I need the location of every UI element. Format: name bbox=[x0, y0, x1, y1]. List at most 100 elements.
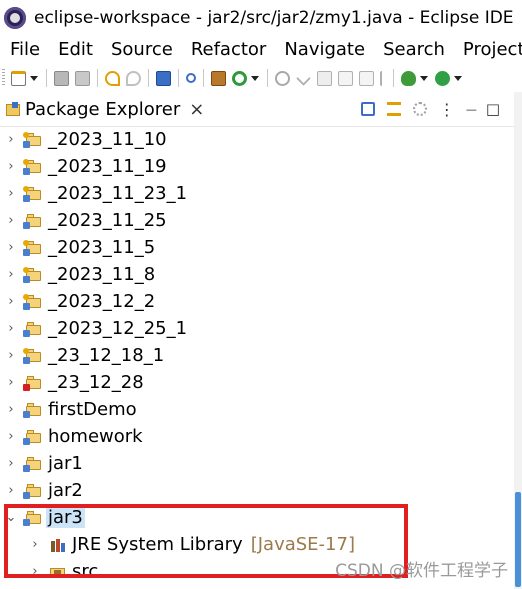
menu-file[interactable]: File bbox=[0, 39, 49, 60]
tree-item-label: _2023_11_25 bbox=[48, 210, 167, 231]
refresh-dropdown-icon[interactable] bbox=[251, 75, 259, 81]
tree-item[interactable]: › _2023_11_23_1 bbox=[0, 180, 514, 207]
redo-icon[interactable] bbox=[126, 70, 141, 86]
tree-item-label: jar1 bbox=[48, 453, 83, 474]
tree-item[interactable]: › homework bbox=[0, 423, 514, 450]
pilcrow-icon[interactable] bbox=[380, 70, 386, 86]
tree-item[interactable]: › jar1 bbox=[0, 450, 514, 477]
tree-item[interactable]: › firstDemo bbox=[0, 396, 514, 423]
toolbar-grip[interactable] bbox=[2, 69, 5, 87]
title-bar: eclipse-workspace - jar2/src/jar2/zmy1.j… bbox=[0, 0, 522, 36]
project-folder-icon bbox=[23, 214, 42, 229]
menu-edit[interactable]: Edit bbox=[49, 39, 102, 60]
search-icon[interactable] bbox=[296, 70, 311, 86]
compare-icon[interactable] bbox=[338, 70, 353, 86]
expand-icon[interactable]: › bbox=[4, 132, 18, 147]
open-type-icon[interactable] bbox=[211, 70, 226, 86]
tree-item-label: _2023_12_25_1 bbox=[48, 318, 188, 339]
undo-icon[interactable] bbox=[105, 70, 120, 86]
tree-item-jre-library[interactable]: › JRE System Library [JavaSE-17] bbox=[0, 531, 514, 558]
terminal-icon[interactable] bbox=[156, 70, 171, 86]
expand-icon[interactable]: › bbox=[4, 240, 18, 255]
menu-source[interactable]: Source bbox=[102, 39, 182, 60]
tree-item-label: jar2 bbox=[48, 480, 83, 501]
tree-item[interactable]: › jar2 bbox=[0, 477, 514, 504]
expand-icon[interactable]: › bbox=[4, 213, 18, 228]
menu-project[interactable]: Project bbox=[454, 39, 522, 60]
package-explorer-tab[interactable]: Package Explorer × bbox=[0, 92, 204, 126]
open-task-icon[interactable] bbox=[317, 70, 332, 86]
menu-search[interactable]: Search bbox=[374, 39, 454, 60]
link-with-editor-icon[interactable] bbox=[386, 102, 401, 116]
tree-item-label: _2023_11_23_1 bbox=[48, 183, 188, 204]
menu-navigate[interactable]: Navigate bbox=[275, 39, 374, 60]
expand-icon[interactable]: › bbox=[28, 537, 42, 552]
project-folder-open-icon bbox=[23, 511, 42, 526]
tree-item[interactable]: › _23_12_28 bbox=[0, 369, 514, 396]
project-tree: › _2023_11_10 › _2023_11_19 › _2023_11_2… bbox=[0, 126, 514, 589]
project-folder-icon bbox=[23, 403, 42, 418]
project-folder-error-icon bbox=[23, 376, 42, 391]
source-folder-icon bbox=[50, 565, 66, 579]
main-toolbar bbox=[0, 64, 522, 93]
debug-icon[interactable] bbox=[401, 70, 416, 86]
collapse-icon[interactable]: ⌄ bbox=[4, 510, 18, 525]
expand-icon[interactable]: › bbox=[4, 267, 18, 282]
tree-item[interactable]: › _2023_11_19 bbox=[0, 153, 514, 180]
tree-item-label: _2023_11_19 bbox=[48, 156, 167, 177]
toolbar-separator bbox=[178, 69, 179, 87]
filters-icon[interactable] bbox=[412, 102, 427, 116]
close-icon[interactable]: × bbox=[189, 99, 204, 120]
tree-item-label: _2023_11_10 bbox=[48, 129, 167, 150]
expand-icon[interactable]: › bbox=[28, 564, 42, 579]
toolbar-separator bbox=[97, 69, 98, 87]
expand-icon[interactable]: › bbox=[4, 483, 18, 498]
copy-icon[interactable] bbox=[359, 70, 374, 86]
new-dropdown-icon[interactable] bbox=[30, 75, 38, 81]
maximize-icon[interactable]: □ bbox=[486, 100, 500, 118]
toggle-breakpoint-icon[interactable] bbox=[186, 73, 196, 83]
expand-icon[interactable]: › bbox=[4, 375, 18, 390]
expand-icon[interactable]: › bbox=[4, 159, 18, 174]
run-dropdown-icon[interactable] bbox=[454, 75, 462, 81]
expand-icon[interactable]: › bbox=[4, 186, 18, 201]
view-menu-icon[interactable]: ⋮ bbox=[439, 100, 455, 119]
toolbar-separator bbox=[203, 69, 204, 87]
expand-icon[interactable]: › bbox=[4, 321, 18, 336]
save-icon[interactable] bbox=[54, 70, 69, 86]
tree-item[interactable]: › _23_12_18_1 bbox=[0, 342, 514, 369]
expand-icon[interactable]: › bbox=[4, 402, 18, 417]
collapse-all-icon[interactable] bbox=[360, 102, 375, 116]
tree-item[interactable]: › _2023_11_25 bbox=[0, 207, 514, 234]
tree-item[interactable]: › _2023_11_8 bbox=[0, 261, 514, 288]
expand-icon[interactable]: › bbox=[4, 456, 18, 471]
hierarchy-icon[interactable] bbox=[275, 70, 290, 86]
eclipse-window: eclipse-workspace - jar2/src/jar2/zmy1.j… bbox=[0, 0, 522, 589]
menu-refactor[interactable]: Refactor bbox=[182, 39, 276, 60]
toolbar-separator bbox=[46, 69, 47, 87]
project-folder-icon bbox=[23, 457, 42, 472]
project-folder-icon bbox=[23, 294, 42, 310]
debug-dropdown-icon[interactable] bbox=[420, 75, 428, 81]
project-folder-icon bbox=[23, 159, 42, 175]
expand-icon[interactable]: › bbox=[4, 348, 18, 363]
tree-item[interactable]: › _2023_11_10 bbox=[0, 126, 514, 153]
refresh-icon[interactable] bbox=[232, 70, 247, 86]
tree-item-label: homework bbox=[48, 426, 143, 447]
project-folder-icon bbox=[23, 484, 42, 499]
scrollbar-thumb[interactable] bbox=[515, 492, 521, 587]
new-icon[interactable] bbox=[11, 70, 26, 86]
save-all-icon[interactable] bbox=[75, 70, 90, 86]
view-actions: ⋮ — □ bbox=[355, 92, 504, 126]
expand-icon[interactable]: › bbox=[4, 294, 18, 309]
tree-item-label: _2023_11_8 bbox=[48, 264, 156, 285]
watermark: CSDN @软件工程学子 bbox=[335, 561, 508, 581]
tree-item[interactable]: › _2023_12_2 bbox=[0, 288, 514, 315]
run-icon[interactable] bbox=[435, 70, 450, 86]
minimize-icon[interactable]: — bbox=[466, 103, 477, 116]
tree-item-jar3[interactable]: ⌄ jar3 bbox=[0, 504, 514, 531]
tree-item[interactable]: › _2023_12_25_1 bbox=[0, 315, 514, 342]
jre-version-tag: [JavaSE-17] bbox=[250, 534, 355, 555]
tree-item[interactable]: › _2023_11_5 bbox=[0, 234, 514, 261]
expand-icon[interactable]: › bbox=[4, 429, 18, 444]
